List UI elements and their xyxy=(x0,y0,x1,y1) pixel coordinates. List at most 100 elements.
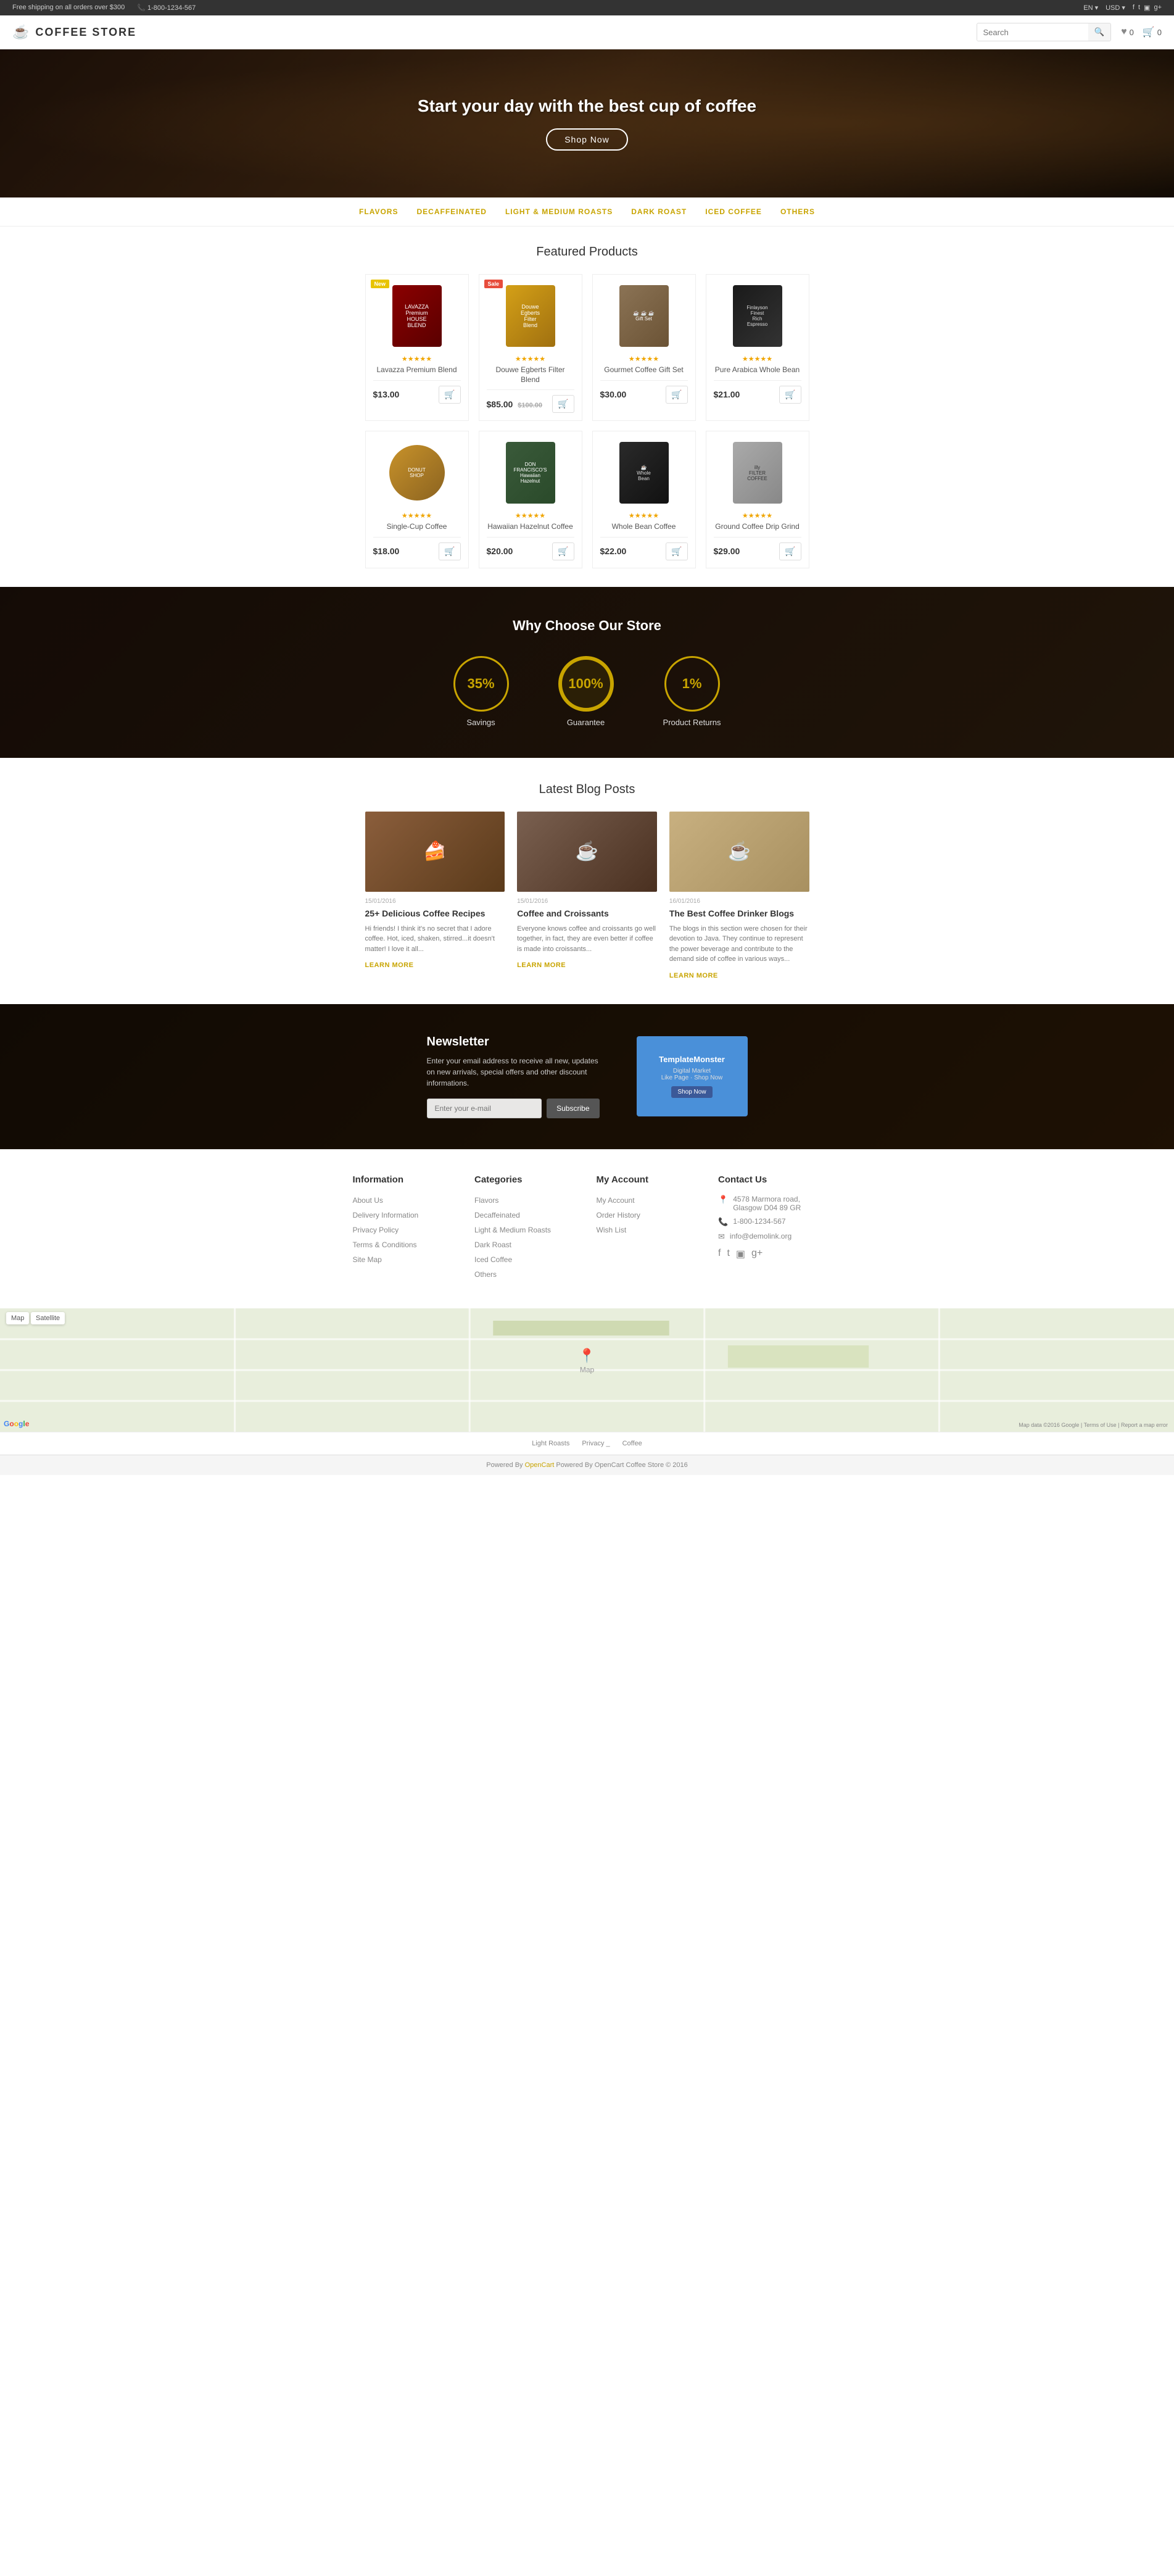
footer-cat-iced[interactable]: Iced Coffee xyxy=(474,1255,512,1264)
newsletter-section: Newsletter Enter your email address to r… xyxy=(0,1004,1174,1149)
footer-cat-dark[interactable]: Dark Roast xyxy=(474,1240,511,1249)
blog-image-croissants: ☕ xyxy=(517,812,657,892)
product-name-hawaiian: Hawaiian Hazelnut Coffee xyxy=(487,522,574,532)
blog-date-croissants: 15/01/2016 xyxy=(517,898,657,905)
product-image-gift: ☕ ☕ ☕Gift Set xyxy=(600,282,688,350)
newsletter-widget: TemplateMonster Digital MarketLike Page … xyxy=(637,1036,748,1116)
footer-link-wishlist[interactable]: Wish List xyxy=(597,1226,627,1234)
add-to-cart-hawaiian[interactable]: 🛒 xyxy=(552,542,574,560)
blog-card-recipes[interactable]: 🍰 15/01/2016 25+ Delicious Coffee Recipe… xyxy=(365,812,505,979)
shop-now-button[interactable]: Shop Now xyxy=(546,128,628,151)
footer-cat-decaf[interactable]: Decaffeinated xyxy=(474,1211,520,1219)
product-card-singlecup[interactable]: DONUTSHOP ★★★★★ Single-Cup Coffee $18.00… xyxy=(365,431,469,568)
blog-link-croissants[interactable]: LEARN MORE xyxy=(517,962,566,969)
footer-cat-flavors[interactable]: Flavors xyxy=(474,1196,498,1205)
footer-link-sitemap[interactable]: Site Map xyxy=(353,1255,382,1264)
nav-iced-coffee[interactable]: ICED COFFEE xyxy=(705,207,762,216)
footer-link-myaccount[interactable]: My Account xyxy=(597,1196,635,1205)
add-to-cart-arabica[interactable]: 🛒 xyxy=(779,386,801,404)
google-logo: Google xyxy=(4,1419,29,1428)
widget-shop-button[interactable]: Shop Now xyxy=(671,1086,712,1098)
returns-value: 1% xyxy=(682,676,702,692)
phone-contact-icon: 📞 xyxy=(718,1217,728,1227)
product-card-ground[interactable]: illyFILTERCOFFEE ★★★★★ Ground Coffee Dri… xyxy=(706,431,809,568)
language-selector[interactable]: EN ▾ xyxy=(1083,4,1098,12)
product-card-gift[interactable]: ☕ ☕ ☕Gift Set ★★★★★ Gourmet Coffee Gift … xyxy=(592,274,696,421)
add-to-cart-lavazza[interactable]: 🛒 xyxy=(439,386,460,404)
bottom-bar: Powered By OpenCart Powered By OpenCart … xyxy=(0,1455,1174,1475)
footer-link-privacy-page[interactable]: Privacy _ xyxy=(582,1440,610,1447)
heart-icon: ♥ xyxy=(1121,27,1127,38)
add-to-cart-singlecup[interactable]: 🛒 xyxy=(439,542,460,560)
product-card-lavazza[interactable]: New LAVAZZAPremiumHOUSEBLEND ★★★★★ Lavaz… xyxy=(365,274,469,421)
gplus-icon[interactable]: g+ xyxy=(1154,4,1162,12)
nav-dark-roast[interactable]: DARK ROAST xyxy=(631,207,687,216)
email-icon: ✉ xyxy=(718,1232,725,1242)
blog-card-blogs[interactable]: ☕ 16/01/2016 The Best Coffee Drinker Blo… xyxy=(669,812,809,979)
map-label-satellite[interactable]: Satellite xyxy=(31,1312,65,1324)
blog-link-recipes[interactable]: LEARN MORE xyxy=(365,962,414,969)
footer-link-privacy[interactable]: Privacy Policy xyxy=(353,1226,399,1234)
product-card-wholebean[interactable]: ☕WholeBean ★★★★★ Whole Bean Coffee $22.0… xyxy=(592,431,696,568)
stars-lavazza: ★★★★★ xyxy=(373,355,461,363)
blog-section: Latest Blog Posts 🍰 15/01/2016 25+ Delic… xyxy=(353,758,822,1004)
wishlist-button[interactable]: ♥ 0 xyxy=(1121,26,1134,38)
product-image-singlecup: DONUTSHOP xyxy=(373,439,461,507)
footer-information: Information About Us Delivery Informatio… xyxy=(353,1174,457,1284)
footer-grid: Information About Us Delivery Informatio… xyxy=(353,1174,822,1284)
map-placeholder[interactable]: Map 📍 Map Satellite Map data ©2016 Googl… xyxy=(0,1308,1174,1432)
opencart-link[interactable]: OpenCart xyxy=(525,1461,555,1469)
footer-facebook-icon[interactable]: f xyxy=(718,1248,721,1260)
footer-link-delivery[interactable]: Delivery Information xyxy=(353,1211,419,1219)
cart-button[interactable]: 🛒 0 xyxy=(1143,26,1162,38)
map-attribution: Map data ©2016 Google | Terms of Use | R… xyxy=(1019,1422,1168,1428)
twitter-icon[interactable]: t xyxy=(1138,4,1140,12)
add-to-cart-gift[interactable]: 🛒 xyxy=(666,386,687,404)
facebook-icon[interactable]: f xyxy=(1133,4,1135,12)
footer-categories-links: Flavors Decaffeinated Light & Medium Roa… xyxy=(474,1195,578,1279)
hero-section: Start your day with the best cup of coff… xyxy=(0,49,1174,197)
top-bar-left: Free shipping on all orders over $300 📞 … xyxy=(12,4,196,12)
products-row-2: DONUTSHOP ★★★★★ Single-Cup Coffee $18.00… xyxy=(365,431,809,568)
logo[interactable]: ☕ COFFEE STORE xyxy=(12,24,136,40)
map-pin: 📍 xyxy=(579,1348,595,1364)
newsletter-email-input[interactable] xyxy=(427,1099,542,1118)
nav-light-medium[interactable]: LIGHT & MEDIUM ROASTS xyxy=(505,207,613,216)
search-input[interactable] xyxy=(977,24,1088,41)
product-price-arabica: $21.00 xyxy=(714,389,740,399)
footer-link-coffee[interactable]: Coffee xyxy=(622,1440,642,1447)
newsletter-subscribe-button[interactable]: Subscribe xyxy=(547,1099,599,1118)
currency-selector[interactable]: USD ▾ xyxy=(1106,4,1125,12)
footer-cat-others[interactable]: Others xyxy=(474,1270,497,1279)
blog-link-blogs[interactable]: LEARN MORE xyxy=(669,972,718,979)
product-image-ground: illyFILTERCOFFEE xyxy=(714,439,801,507)
footer-link-terms[interactable]: Terms & Conditions xyxy=(353,1240,417,1249)
search-button[interactable]: 🔍 xyxy=(1088,23,1111,41)
footer-link-about[interactable]: About Us xyxy=(353,1196,383,1205)
nav-others[interactable]: OTHERS xyxy=(780,207,815,216)
footer-twitter-icon[interactable]: t xyxy=(727,1248,729,1260)
nav-flavors[interactable]: FLAVORS xyxy=(359,207,398,216)
footer-contact-title: Contact Us xyxy=(718,1174,822,1185)
footer-cat-light[interactable]: Light & Medium Roasts xyxy=(474,1226,551,1234)
add-to-cart-douwe[interactable]: 🛒 xyxy=(552,395,574,413)
footer-instagram-icon[interactable]: ▣ xyxy=(736,1248,745,1260)
add-to-cart-wholebean[interactable]: 🛒 xyxy=(666,542,687,560)
contact-social-icons: f t ▣ g+ xyxy=(718,1248,822,1260)
product-card-hawaiian[interactable]: DONFRANCISCO'SHawaiianHazelnut ★★★★★ Haw… xyxy=(479,431,582,568)
blog-card-croissants[interactable]: ☕ 15/01/2016 Coffee and Croissants Every… xyxy=(517,812,657,979)
product-card-arabica[interactable]: FinlaysonFinestRichEspresso ★★★★★ Pure A… xyxy=(706,274,809,421)
map-label-map[interactable]: Map xyxy=(6,1312,29,1324)
hero-title: Start your day with the best cup of coff… xyxy=(418,96,756,116)
footer-link-light-roasts[interactable]: Light Roasts xyxy=(532,1440,569,1447)
newsletter-content: Newsletter Enter your email address to r… xyxy=(427,1035,600,1118)
footer-link-orders[interactable]: Order History xyxy=(597,1211,640,1219)
footer-gplus-icon[interactable]: g+ xyxy=(751,1248,763,1260)
instagram-icon[interactable]: ▣ xyxy=(1144,4,1150,12)
product-badge-new: New xyxy=(371,280,390,288)
add-to-cart-ground[interactable]: 🛒 xyxy=(779,542,801,560)
cart-icon: 🛒 xyxy=(1143,26,1155,38)
newsletter-form: Subscribe xyxy=(427,1099,600,1118)
product-card-douwe[interactable]: Sale DouweEgbertsFilterBlend ★★★★★ Douwe… xyxy=(479,274,582,421)
nav-decaffeinated[interactable]: DECAFFEINATED xyxy=(416,207,486,216)
